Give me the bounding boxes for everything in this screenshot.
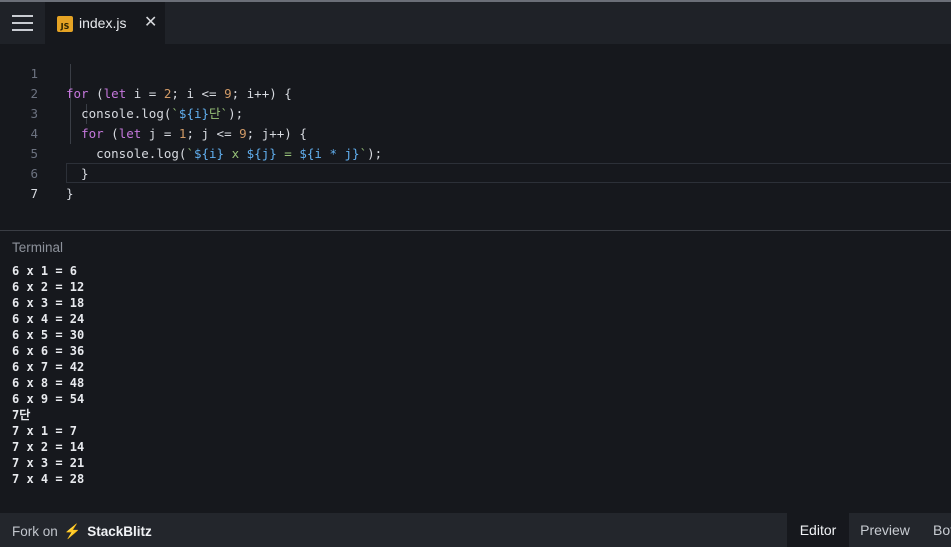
- fork-label: Fork on: [12, 524, 58, 539]
- terminal-line: 7 x 3 = 21: [12, 456, 85, 470]
- terminal-line: 6 x 8 = 48: [12, 376, 85, 390]
- code-line-active: 7: [0, 164, 951, 201]
- terminal-line: 6 x 9 = 54: [12, 392, 85, 406]
- terminal-line: 6 x 7 = 42: [12, 360, 85, 374]
- view-tab-editor[interactable]: Editor: [787, 513, 849, 547]
- code-line: 1 for (let i = 2; i <= 9; i++) {: [0, 44, 951, 101]
- stackblitz-brand: StackBlitz: [87, 524, 152, 539]
- terminal-line: 6 x 6 = 36: [12, 344, 85, 358]
- terminal-line: 7 x 2 = 14: [12, 440, 85, 454]
- code-line: 5 }: [0, 124, 951, 181]
- tab-bar: JS index.js ✕: [0, 2, 951, 44]
- terminal-line: 7 x 1 = 7: [12, 424, 78, 438]
- line-number-active: 7: [30, 186, 38, 201]
- close-icon[interactable]: ✕: [144, 14, 157, 30]
- terminal-line: 6 x 2 = 12: [12, 280, 85, 294]
- panel-resize-handle[interactable]: [0, 230, 951, 231]
- code-line: 6 }: [0, 144, 951, 201]
- terminal-line: 6 x 4 = 24: [12, 312, 85, 326]
- terminal-line: 6 x 3 = 18: [12, 296, 85, 310]
- terminal-line: 6 x 5 = 30: [12, 328, 85, 342]
- js-file-icon: JS: [57, 16, 73, 32]
- tab-index-js[interactable]: JS index.js ✕: [45, 2, 165, 44]
- code-line: 2 console.log(`${i}단`);: [0, 64, 951, 121]
- hamburger-menu-icon[interactable]: [0, 2, 44, 44]
- terminal-line: 7 x 4 = 28: [12, 472, 85, 486]
- code-line: 3 for (let j = 1; j <= 9; j++) {: [0, 84, 951, 141]
- terminal-output: 6 x 1 = 6 6 x 2 = 12 6 x 3 = 18 6 x 4 = 24 6…: [12, 263, 942, 487]
- view-tab-both[interactable]: Both: [921, 513, 951, 547]
- view-tab-preview[interactable]: Preview: [849, 513, 921, 547]
- terminal-title: Terminal: [12, 240, 64, 255]
- code-editor[interactable]: 1 for (let i = 2; i <= 9; i++) { 2 conso…: [0, 44, 951, 230]
- terminal-line: 7단: [12, 408, 31, 422]
- tab-label: index.js: [79, 15, 127, 31]
- fork-on-stackblitz-link[interactable]: Fork on ⚡ StackBlitz: [12, 523, 152, 540]
- terminal-line: 6 x 1 = 6: [12, 264, 78, 278]
- footer-bar: Fork on ⚡ StackBlitz Editor Preview Both: [0, 513, 951, 547]
- stackblitz-bolt-icon: ⚡: [63, 523, 82, 539]
- code-line: 4 console.log(`${i} x ${j} = ${i * j}`);: [0, 104, 951, 161]
